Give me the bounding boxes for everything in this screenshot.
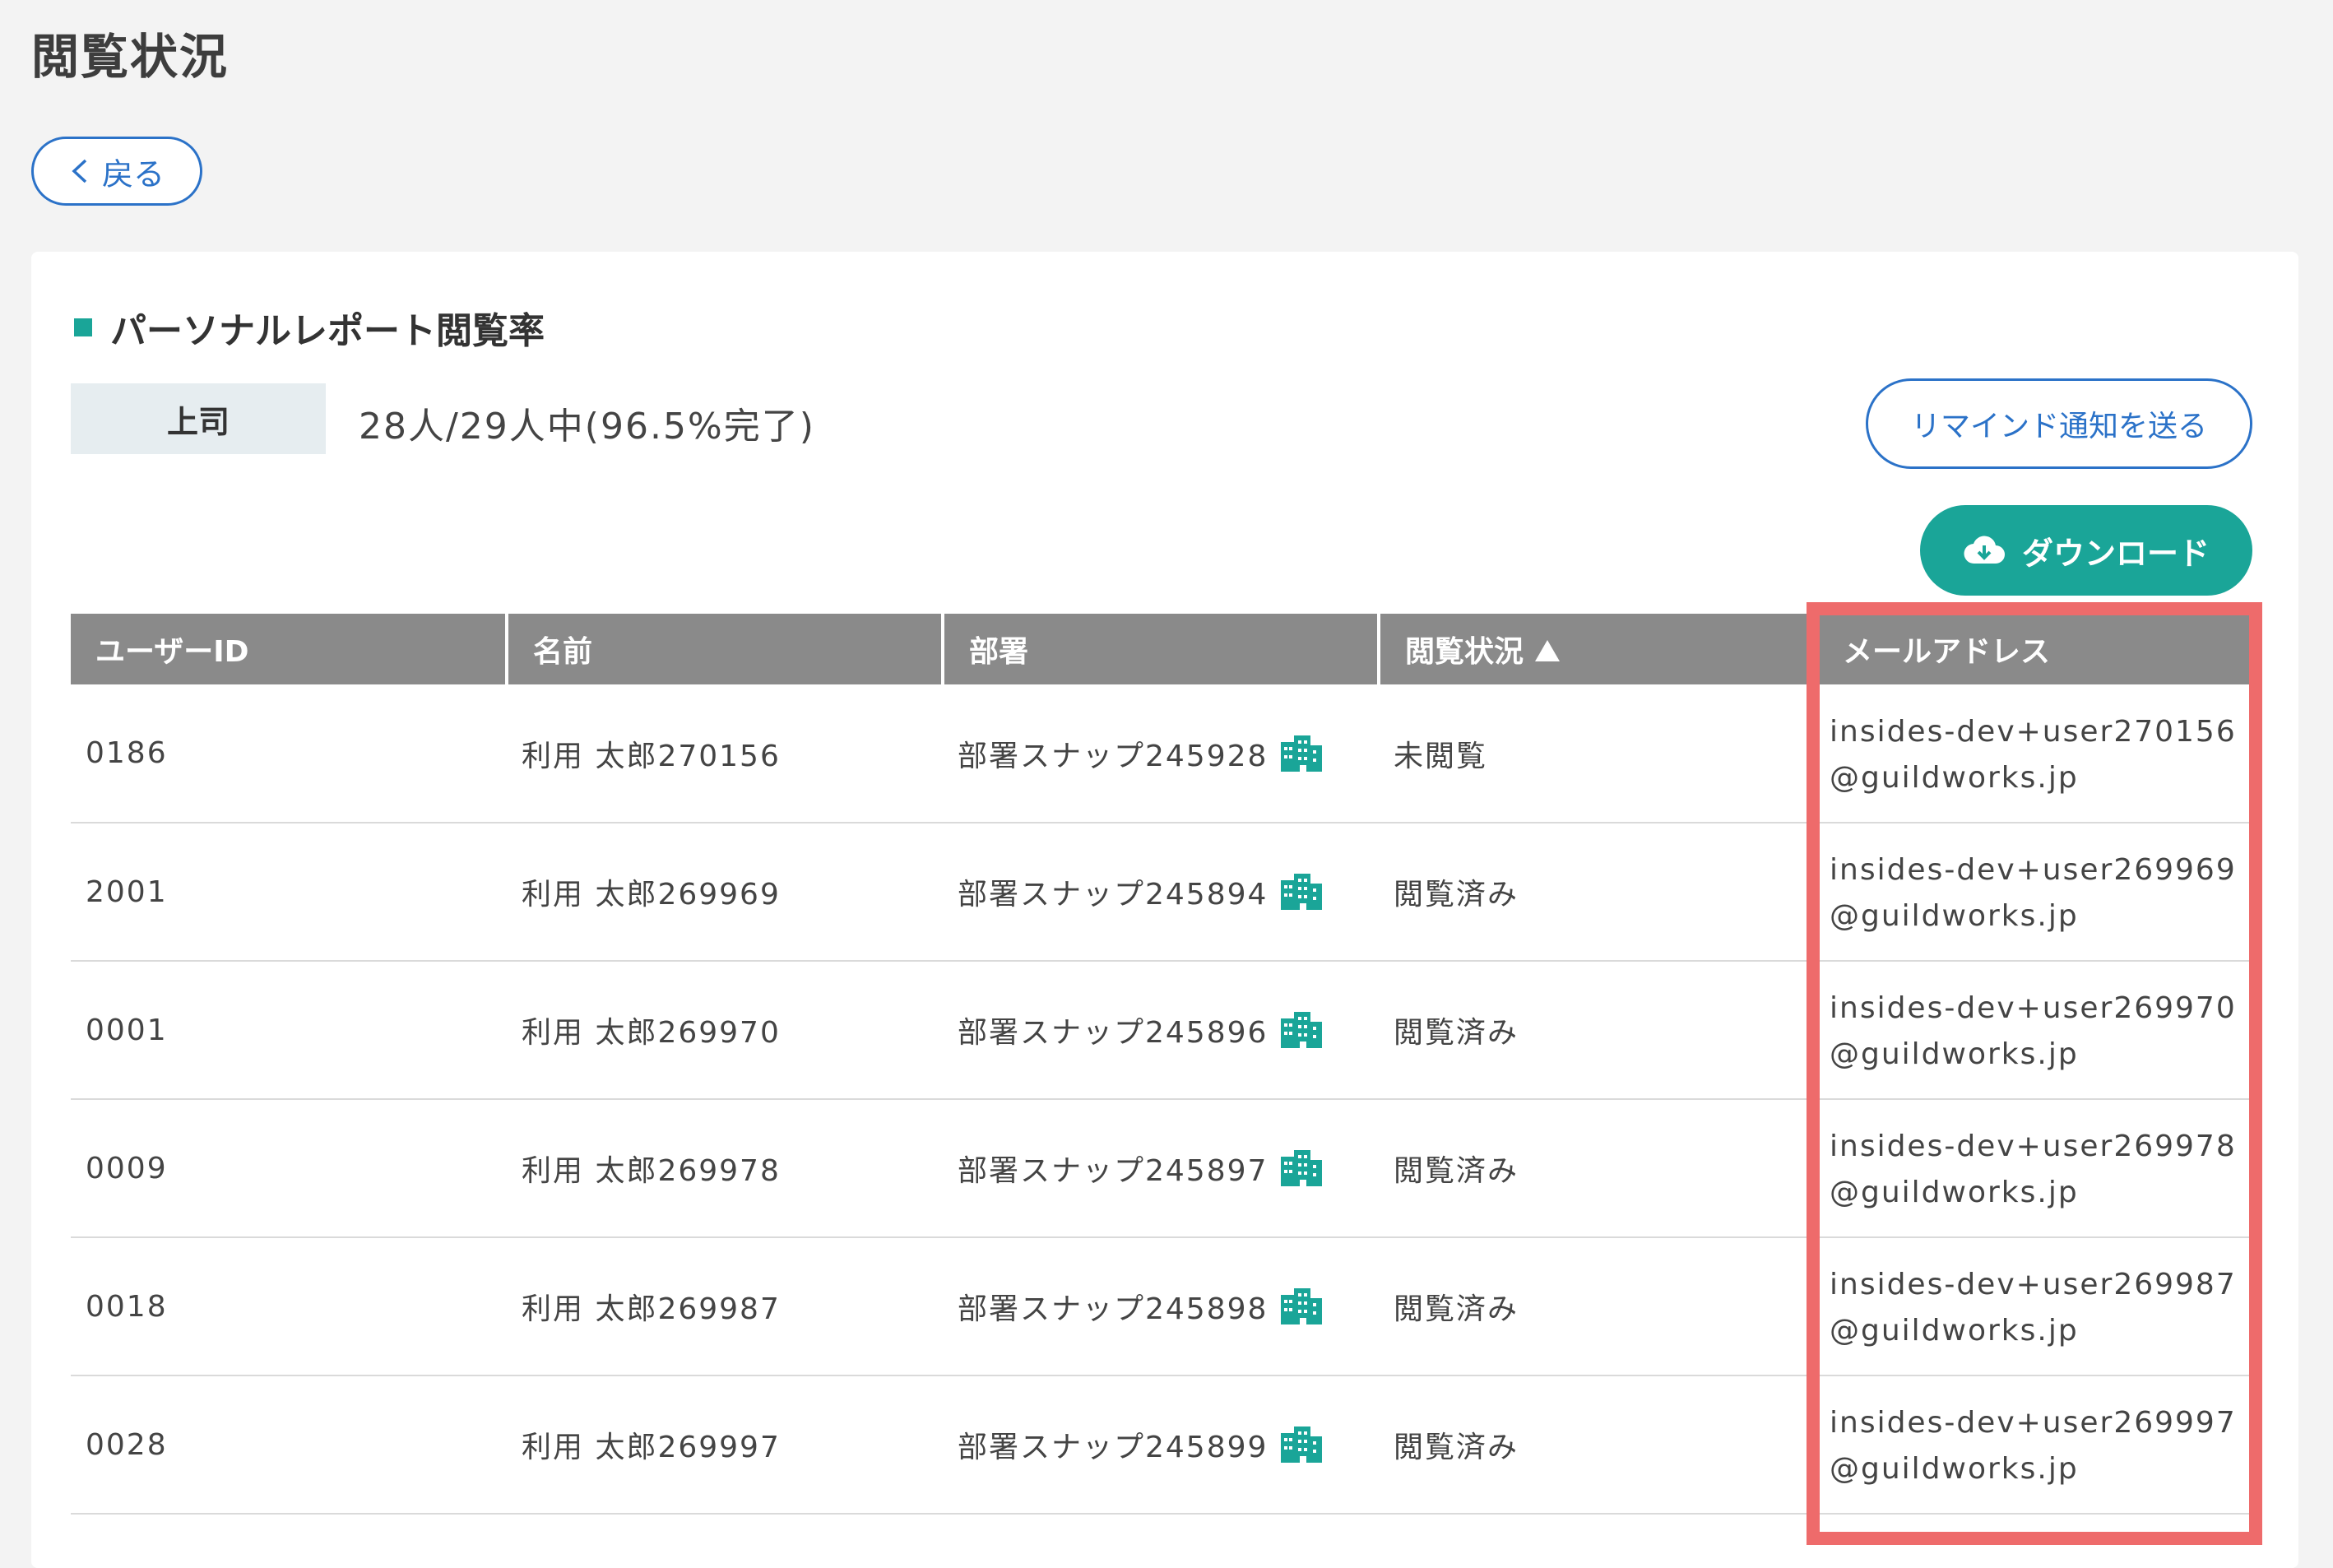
download-button-label: ダウンロード [2021, 535, 2210, 572]
email-domain: @guildworks.jp [1830, 899, 2079, 933]
view-status-table: ユーザーID 名前 部署 閲覧状況 メールアドレス 0186 利用 太郎27015… [71, 614, 2252, 1515]
cloud-download-icon [1964, 536, 2005, 564]
cell-name: 利用 太郎269970 [507, 961, 943, 1100]
email-local: insides-dev+user270156 [1830, 714, 2237, 749]
table-row[interactable]: 0186 利用 太郎270156 部署スナップ245928 未閲覧 insides-de… [71, 684, 2252, 823]
section-marker [74, 318, 92, 336]
email-local: insides-dev+user269969 [1830, 853, 2237, 887]
cell-department: 部署スナップ245894 [943, 823, 1379, 962]
cell-department: 部署スナップ245928 [943, 684, 1379, 823]
cell-department-text: 部署スナップ245894 [958, 878, 1269, 912]
email-local: insides-dev+user269987 [1830, 1268, 2237, 1301]
building-icon [1281, 874, 1323, 910]
cell-email: insides-dev+user269978 @guildworks.jp [1816, 1099, 2252, 1238]
cell-name: 利用 太郎269987 [507, 1237, 943, 1376]
sort-ascending-icon [1535, 640, 1561, 661]
cell-user-id: 0018 [71, 1237, 507, 1376]
cell-name: 利用 太郎269997 [507, 1375, 943, 1515]
column-header-email[interactable]: メールアドレス [1816, 614, 2252, 684]
cell-email: insides-dev+user269987 @guildworks.jp [1816, 1237, 2252, 1376]
column-header-department[interactable]: 部署 [943, 614, 1380, 684]
remind-notification-button[interactable]: リマインド通知を送る [1866, 378, 2252, 469]
cell-department-text: 部署スナップ245896 [958, 1016, 1269, 1050]
cell-status: 閲覧済み [1379, 823, 1816, 962]
email-local: insides-dev+user269970 [1830, 991, 2237, 1025]
cell-user-id: 0186 [71, 684, 507, 823]
section-title: パーソナルレポート閲覧率 [74, 301, 545, 354]
cell-status: 閲覧済み [1379, 1237, 1816, 1376]
table-row[interactable]: 0009 利用 太郎269978 部署スナップ245897 閲覧済み insides-d… [71, 1099, 2252, 1238]
cell-user-id: 0028 [71, 1375, 507, 1515]
table-row[interactable]: 0028 利用 太郎269997 部署スナップ245899 閲覧済み insides-d… [71, 1375, 2252, 1515]
cell-department-text: 部署スナップ245928 [958, 739, 1269, 773]
table-row[interactable]: 2001 利用 太郎269969 部署スナップ245894 閲覧済み insides-d… [71, 823, 2252, 962]
building-icon [1281, 1288, 1323, 1324]
email-local: insides-dev+user269978 [1830, 1130, 2237, 1163]
cell-department: 部署スナップ245899 [943, 1375, 1379, 1515]
email-domain: @guildworks.jp [1830, 1037, 2079, 1071]
column-header-name[interactable]: 名前 [507, 614, 944, 684]
cell-email: insides-dev+user269970 @guildworks.jp [1816, 961, 2252, 1100]
table-row[interactable]: 0018 利用 太郎269987 部署スナップ245898 閲覧済み insides-d… [71, 1237, 2252, 1376]
back-button-label: 戻る [101, 155, 165, 193]
email-local: insides-dev+user269997 [1830, 1406, 2237, 1440]
cell-user-id: 2001 [71, 823, 507, 962]
building-icon [1281, 1427, 1323, 1463]
email-domain: @guildworks.jp [1830, 760, 2079, 795]
cell-department-text: 部署スナップ245898 [958, 1292, 1269, 1326]
chevron-left-icon [72, 159, 87, 183]
cell-status: 閲覧済み [1379, 1099, 1816, 1238]
email-domain: @guildworks.jp [1830, 1314, 2079, 1348]
cell-status: 閲覧済み [1379, 961, 1816, 1100]
download-button[interactable]: ダウンロード [1920, 505, 2252, 596]
email-domain: @guildworks.jp [1830, 1452, 2079, 1486]
cell-name: 利用 太郎269978 [507, 1099, 943, 1238]
column-header-status[interactable]: 閲覧状況 [1379, 614, 1818, 684]
table-header-row: ユーザーID 名前 部署 閲覧状況 メールアドレス [71, 614, 2252, 684]
cell-name: 利用 太郎270156 [507, 684, 943, 823]
cell-status: 閲覧済み [1379, 1375, 1816, 1515]
building-icon [1281, 735, 1323, 772]
cell-status: 未閲覧 [1379, 684, 1816, 823]
cell-email: insides-dev+user270156 @guildworks.jp [1816, 684, 2252, 823]
cell-email: insides-dev+user269969 @guildworks.jp [1816, 823, 2252, 962]
building-icon [1281, 1150, 1323, 1186]
cell-name: 利用 太郎269969 [507, 823, 943, 962]
role-label: 上司 [71, 383, 326, 454]
table-row[interactable]: 0001 利用 太郎269970 部署スナップ245896 閲覧済み insides-d… [71, 961, 2252, 1100]
cell-user-id: 0001 [71, 961, 507, 1100]
cell-email: insides-dev+user269997 @guildworks.jp [1816, 1375, 2252, 1515]
section-title-text: パーソナルレポート閲覧率 [110, 310, 545, 352]
column-header-user-id[interactable]: ユーザーID [71, 614, 508, 684]
cell-department-text: 部署スナップ245899 [958, 1431, 1269, 1464]
view-rate-text: 28人/29人中(96.5%完了) [359, 406, 815, 448]
cell-department: 部署スナップ245897 [943, 1099, 1379, 1238]
report-card: パーソナルレポート閲覧率 上司 28人/29人中(96.5%完了) リマインド通… [31, 252, 2298, 1568]
cell-department: 部署スナップ245898 [943, 1237, 1379, 1376]
column-header-status-label: 閲覧状況 [1405, 635, 1524, 669]
cell-department-text: 部署スナップ245897 [958, 1154, 1269, 1188]
building-icon [1281, 1012, 1323, 1048]
cell-department: 部署スナップ245896 [943, 961, 1379, 1100]
email-domain: @guildworks.jp [1830, 1176, 2079, 1209]
cell-user-id: 0009 [71, 1099, 507, 1238]
page-title: 閲覧状況 [31, 29, 230, 85]
back-button[interactable]: 戻る [31, 137, 202, 206]
